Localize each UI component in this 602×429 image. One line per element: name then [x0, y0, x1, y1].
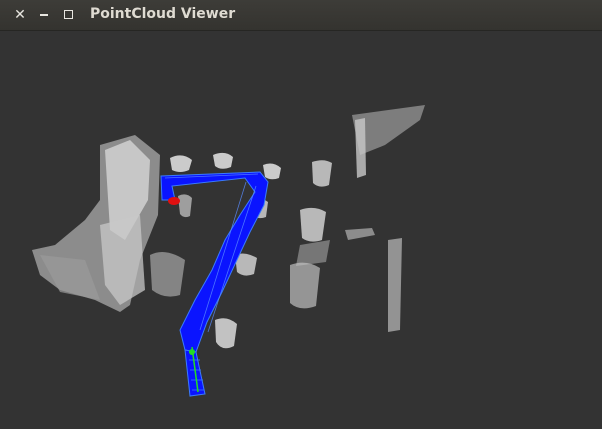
point-cloud-left-wall — [32, 135, 160, 312]
close-icon[interactable]: ✕ — [12, 7, 28, 23]
trajectory-end-marker — [168, 197, 180, 205]
point-cloud-canvas[interactable] — [0, 31, 602, 429]
maximize-icon[interactable] — [60, 7, 76, 23]
pointcloud-viewer-window: ✕ PointCloud Viewer — [0, 0, 602, 429]
3d-viewport[interactable] — [0, 31, 602, 429]
title-bar[interactable]: ✕ PointCloud Viewer — [0, 0, 602, 31]
minimize-icon[interactable] — [36, 7, 52, 23]
window-title: PointCloud Viewer — [90, 6, 236, 22]
